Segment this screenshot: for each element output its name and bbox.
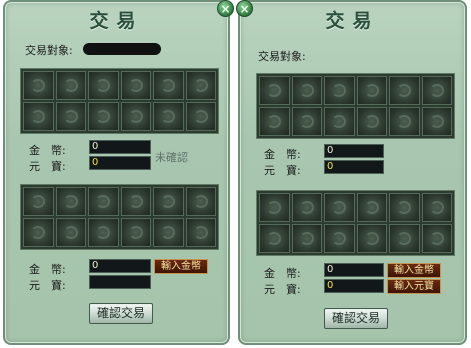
my-gold-label: 金 幣: (29, 263, 66, 276)
item-slot[interactable] (88, 71, 119, 100)
my-yuanbao-field[interactable] (89, 275, 151, 289)
partner-status: 未確認 (155, 151, 188, 164)
item-slot[interactable] (55, 71, 86, 100)
partner-label: 交易對象: (25, 44, 73, 57)
item-slot[interactable] (259, 224, 290, 253)
my-gold-field[interactable]: 0 (324, 263, 384, 277)
my-item-slots (256, 190, 455, 256)
item-slot[interactable] (23, 187, 54, 216)
item-slot[interactable] (185, 102, 216, 131)
item-slot[interactable] (291, 193, 322, 222)
item-slot[interactable] (389, 193, 420, 222)
partner-yuanbao-field: 0 (324, 160, 384, 174)
item-slot[interactable] (120, 102, 151, 131)
trade-title: 交易 (89, 10, 144, 32)
item-slot[interactable] (389, 224, 420, 253)
partner-gold-field: 0 (324, 144, 384, 158)
item-slot[interactable] (185, 218, 216, 247)
my-yuanbao-label: 元 寶: (29, 279, 66, 292)
partner-label: 交易對象: (258, 50, 306, 63)
partner-yuanbao-field: 0 (89, 156, 151, 170)
item-slot[interactable] (324, 193, 355, 222)
item-slot[interactable] (421, 224, 452, 253)
item-slot[interactable] (291, 76, 322, 105)
trade-title: 交易 (325, 10, 380, 32)
partner-item-slots (256, 73, 455, 139)
item-slot[interactable] (153, 102, 184, 131)
trade-window-right: 交易 × 交易對象: 金 幣: 0 元 寶: 0 金 幣: 0 輸入金幣 元 寶… (236, 0, 467, 345)
partner-name-censored (83, 43, 161, 55)
item-slot[interactable] (55, 218, 86, 247)
partner-gold-label: 金 幣: (29, 144, 66, 157)
item-slot[interactable] (324, 224, 355, 253)
item-slot[interactable] (153, 218, 184, 247)
close-icon[interactable]: × (217, 0, 234, 17)
item-slot[interactable] (23, 102, 54, 131)
partner-yuanbao-label: 元 寶: (264, 164, 301, 177)
my-gold-field[interactable]: 0 (89, 259, 151, 273)
item-slot[interactable] (291, 224, 322, 253)
trade-window-left: 交易 × 交易對象: 金 幣: 0 元 寶: 0 未確認 金 幣: 0 輸入金幣… (3, 0, 234, 345)
item-slot[interactable] (389, 76, 420, 105)
item-slot[interactable] (421, 76, 452, 105)
item-slot[interactable] (120, 187, 151, 216)
confirm-trade-button[interactable]: 確認交易 (89, 303, 153, 324)
partner-yuanbao-label: 元 寶: (29, 160, 66, 173)
my-item-slots (20, 184, 219, 250)
close-icon[interactable]: × (236, 0, 253, 17)
item-slot[interactable] (23, 218, 54, 247)
item-slot[interactable] (153, 187, 184, 216)
partner-gold-field: 0 (89, 140, 151, 154)
item-slot[interactable] (88, 187, 119, 216)
item-slot[interactable] (356, 76, 387, 105)
item-slot[interactable] (356, 107, 387, 136)
my-yuanbao-field[interactable]: 0 (324, 279, 384, 293)
item-slot[interactable] (259, 76, 290, 105)
item-slot[interactable] (55, 102, 86, 131)
item-slot[interactable] (324, 76, 355, 105)
input-yuanbao-button[interactable]: 輸入元寶 (387, 279, 441, 294)
item-slot[interactable] (120, 218, 151, 247)
confirm-trade-button[interactable]: 確認交易 (324, 308, 388, 329)
item-slot[interactable] (153, 71, 184, 100)
input-gold-button[interactable]: 輸入金幣 (154, 259, 208, 274)
item-slot[interactable] (88, 218, 119, 247)
item-slot[interactable] (259, 193, 290, 222)
item-slot[interactable] (185, 187, 216, 216)
item-slot[interactable] (421, 193, 452, 222)
item-slot[interactable] (185, 71, 216, 100)
item-slot[interactable] (324, 107, 355, 136)
item-slot[interactable] (259, 107, 290, 136)
my-gold-label: 金 幣: (264, 267, 301, 280)
item-slot[interactable] (88, 102, 119, 131)
my-yuanbao-label: 元 寶: (264, 283, 301, 296)
partner-item-slots (20, 68, 219, 134)
item-slot[interactable] (389, 107, 420, 136)
item-slot[interactable] (291, 107, 322, 136)
item-slot[interactable] (356, 193, 387, 222)
item-slot[interactable] (120, 71, 151, 100)
item-slot[interactable] (421, 107, 452, 136)
item-slot[interactable] (356, 224, 387, 253)
partner-gold-label: 金 幣: (264, 148, 301, 161)
input-gold-button[interactable]: 輸入金幣 (387, 263, 441, 278)
item-slot[interactable] (55, 187, 86, 216)
item-slot[interactable] (23, 71, 54, 100)
